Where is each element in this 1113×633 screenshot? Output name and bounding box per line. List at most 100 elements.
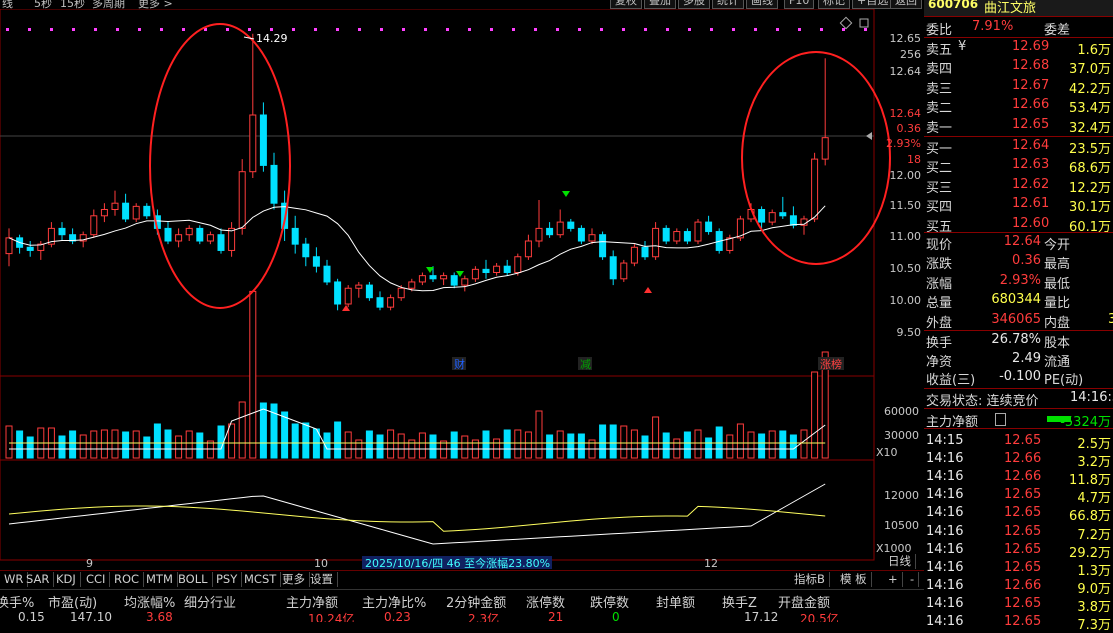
stat2-label-2: 流通 xyxy=(1044,354,1071,370)
column-header-cell[interactable]: 市盈(动) xyxy=(48,592,97,611)
daily-button[interactable]: 日线 xyxy=(884,554,916,569)
main-net-bar xyxy=(1047,416,1071,422)
candle-body xyxy=(206,234,214,242)
volume-bar xyxy=(662,432,670,459)
stat-label: 总量 xyxy=(926,296,953,312)
tick-price: 12.65 xyxy=(1004,523,1042,539)
tick-row: 14:16 12.65 7.2万 xyxy=(924,523,1113,543)
candle-body xyxy=(259,114,267,166)
column-header-cell[interactable]: 细分行业 xyxy=(184,592,236,611)
buy-price: 12.61 xyxy=(1012,196,1050,212)
list-icon[interactable] xyxy=(995,413,1006,426)
candle-body xyxy=(789,215,797,226)
draw-line-button[interactable]: 画线 xyxy=(746,0,778,9)
indicator-tab-kdj[interactable]: KDJ xyxy=(52,572,81,587)
indicator-tab-设置[interactable]: 设置 xyxy=(306,572,338,587)
highlight-ellipse-right xyxy=(741,51,891,265)
column-header-cell[interactable]: 主力净额 xyxy=(286,592,338,611)
sell-price: 12.69 xyxy=(1012,39,1050,54)
overlay-button[interactable]: 叠加 xyxy=(644,0,676,9)
separator xyxy=(924,408,1113,409)
volume-bar xyxy=(249,290,257,459)
tb-item-multi-period[interactable]: 多周期 xyxy=(92,0,125,9)
indicator-tab-roc[interactable]: ROC xyxy=(110,572,145,587)
volume-bar xyxy=(132,430,140,459)
tick-price: 12.65 xyxy=(1004,487,1042,503)
tick-time: 14:15 xyxy=(926,433,964,448)
sell-level-label: 卖二 xyxy=(926,101,953,117)
candle-body xyxy=(768,212,776,223)
candle-body xyxy=(673,231,681,242)
column-header-cell[interactable]: 跌停数 xyxy=(590,592,629,611)
top-dot xyxy=(512,28,515,31)
column-header-cell[interactable]: 换手Z xyxy=(722,592,757,611)
candle-body xyxy=(397,287,405,299)
tick-time: 14:16 xyxy=(926,541,964,557)
tb-item-5s[interactable]: 5秒 xyxy=(34,0,52,9)
tb-item-more[interactable]: 更多 > xyxy=(138,0,173,9)
mark-button[interactable]: 标记 xyxy=(818,0,850,9)
column-header-cell[interactable]: 涨停数 xyxy=(526,592,565,611)
indicator-tab-cci[interactable]: CCI xyxy=(82,572,111,587)
indicator-tab-boll[interactable]: BOLL xyxy=(174,572,213,587)
buy-volume: 30.1万 xyxy=(1069,200,1111,216)
column-header-cell[interactable]: 2分钟金额 xyxy=(446,592,506,611)
column-header-cell[interactable]: 主力净比% xyxy=(362,592,426,611)
stat2-row: 收益(三) -0.100 PE(动) xyxy=(924,368,1113,388)
kline-chart[interactable]: 财 减 涨榜 14.29 2025/10/16/四 46 至今涨幅23.80% 12.6… xyxy=(0,9,924,569)
volume-bar xyxy=(429,434,437,459)
top-dot xyxy=(842,28,845,31)
candle-body xyxy=(662,227,670,242)
tick-row: 14:15 12.65 2.5万 xyxy=(924,432,1113,452)
indicator-tab-mtm[interactable]: MTM xyxy=(142,572,178,587)
tb-item-line[interactable]: 线 xyxy=(2,0,13,9)
fuquan-button[interactable]: 复权 xyxy=(610,0,642,9)
top-dot xyxy=(710,28,713,31)
candle-body xyxy=(567,221,575,229)
volume-bar xyxy=(524,431,532,459)
indicator-tab-psy[interactable]: PSY xyxy=(212,572,243,587)
volume-bar xyxy=(5,425,13,459)
stat-value: 0.36 xyxy=(1012,253,1041,269)
buy-row: 买五 12.60 60.1万 xyxy=(924,215,1113,235)
buy-price: 12.62 xyxy=(1012,176,1050,192)
indicator-tab-mcst[interactable]: MCST xyxy=(240,572,282,587)
top-dot xyxy=(72,28,75,31)
tick-row: 14:16 12.65 29.2万 xyxy=(924,541,1113,561)
chart-grid xyxy=(0,9,875,561)
zoom-out-button[interactable]: - xyxy=(906,572,920,587)
column-header-cell[interactable]: 换手% xyxy=(0,592,34,611)
volume-bar xyxy=(726,434,734,459)
price-axis-tick: 256 xyxy=(900,48,921,61)
tb-item-15s[interactable]: 15秒 xyxy=(60,0,85,9)
weibi-value: 7.91% xyxy=(972,19,1014,34)
candle-body xyxy=(365,284,373,299)
template-button[interactable]: 模 板 xyxy=(836,572,872,587)
sell-price: 12.65 xyxy=(1012,116,1050,132)
tick-price: 12.65 xyxy=(1004,595,1042,611)
column-header-cell[interactable]: 封单额 xyxy=(656,592,695,611)
stat2-label: 净资 xyxy=(926,354,953,370)
zoom-in-button[interactable]: + xyxy=(884,572,903,587)
volume-bar xyxy=(705,437,713,459)
f10-button[interactable]: F10 xyxy=(784,0,815,9)
add-watchlist-button[interactable]: +自选 xyxy=(852,0,894,9)
stats-button[interactable]: 统计 xyxy=(712,0,744,9)
top-dot xyxy=(6,28,9,31)
buy-level-label: 买一 xyxy=(926,142,953,157)
indicator-tab-sar[interactable]: SAR xyxy=(22,572,55,587)
tick-time: 14:16 xyxy=(926,505,964,521)
candle-body xyxy=(630,246,638,264)
volume-bar xyxy=(365,430,373,459)
weicha-label: 委差 xyxy=(1044,23,1071,38)
multi-stock-button[interactable]: 多股 xyxy=(678,0,710,9)
data-cell: 3.68 xyxy=(146,611,173,622)
volume-bar xyxy=(111,429,119,459)
column-header-cell[interactable]: 均涨幅% xyxy=(124,592,175,611)
high-price-label: 14.29 xyxy=(256,32,288,45)
trade-status: 交易状态: 连续竞价 xyxy=(926,394,1039,409)
column-header-cell[interactable]: 开盘金额 xyxy=(778,592,830,611)
indicator-b-button[interactable]: 指标B xyxy=(790,572,830,587)
back-button[interactable]: 返回 xyxy=(890,0,922,9)
candle-body xyxy=(26,246,34,251)
